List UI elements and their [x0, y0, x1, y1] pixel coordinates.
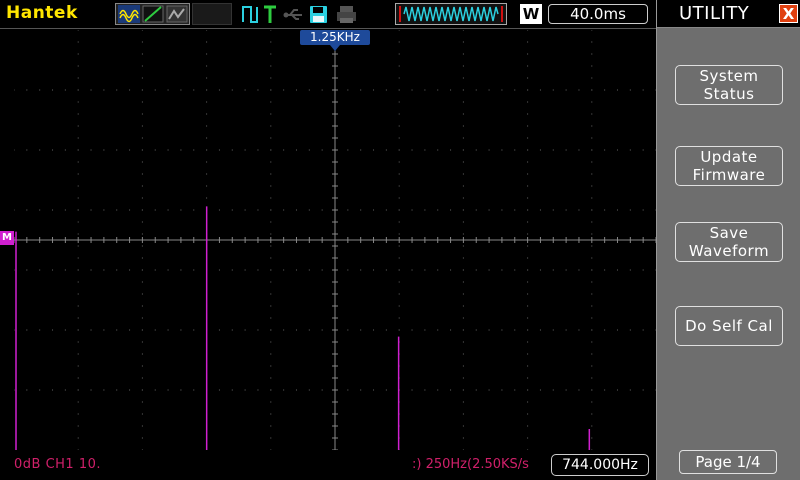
utility-menu-panel: UTILITY X System Status Update Firmware … — [656, 0, 800, 480]
persist-mode-icon[interactable] — [166, 5, 188, 23]
page-button[interactable]: Page 1/4 — [679, 450, 777, 474]
menu-title-bar: UTILITY X — [657, 0, 800, 28]
channel-level-marker[interactable]: M — [0, 231, 14, 245]
bottom-status-bar: 0dB CH1 10. :) 250Hz(2.50KS/s 744.000Hz — [0, 450, 656, 480]
trigger-position-marker[interactable]: 1.25KHz — [300, 30, 370, 45]
blank-indicator — [192, 3, 232, 25]
trigger-arrow-icon — [330, 45, 340, 51]
close-button[interactable]: X — [779, 4, 798, 23]
update-firmware-button[interactable]: Update Firmware — [675, 146, 783, 186]
printer-icon — [337, 6, 356, 23]
timebase-readout[interactable]: 40.0ms — [548, 4, 648, 24]
waveform-screen — [14, 30, 656, 450]
brand-logo: Hantek — [6, 3, 78, 23]
waveform-mode-icon[interactable] — [118, 5, 140, 23]
xy-mode-icon[interactable] — [142, 5, 164, 23]
top-status-bar: Hantek W 40.0ms — [0, 0, 656, 29]
acquisition-badge: W — [520, 4, 542, 24]
sample-rate-status: :) 250Hz(2.50KS/s — [412, 457, 529, 472]
channel-status: 0dB CH1 10. — [14, 457, 102, 472]
system-status-button[interactable]: System Status — [675, 65, 783, 105]
save-waveform-button[interactable]: Save Waveform — [675, 222, 783, 262]
trigger-t-icon — [264, 5, 276, 23]
display-mode-icons — [115, 3, 190, 25]
memory-depth-indicator — [395, 3, 507, 25]
trigger-icons — [240, 3, 390, 25]
frequency-readout: 744.000Hz — [551, 454, 649, 476]
pulse-trigger-icon — [242, 6, 258, 23]
usb-icon — [283, 9, 302, 20]
save-disk-icon — [310, 6, 327, 23]
channel-trace — [15, 206, 591, 450]
self-cal-button[interactable]: Do Self Cal — [675, 306, 783, 346]
menu-title: UTILITY — [679, 3, 750, 24]
